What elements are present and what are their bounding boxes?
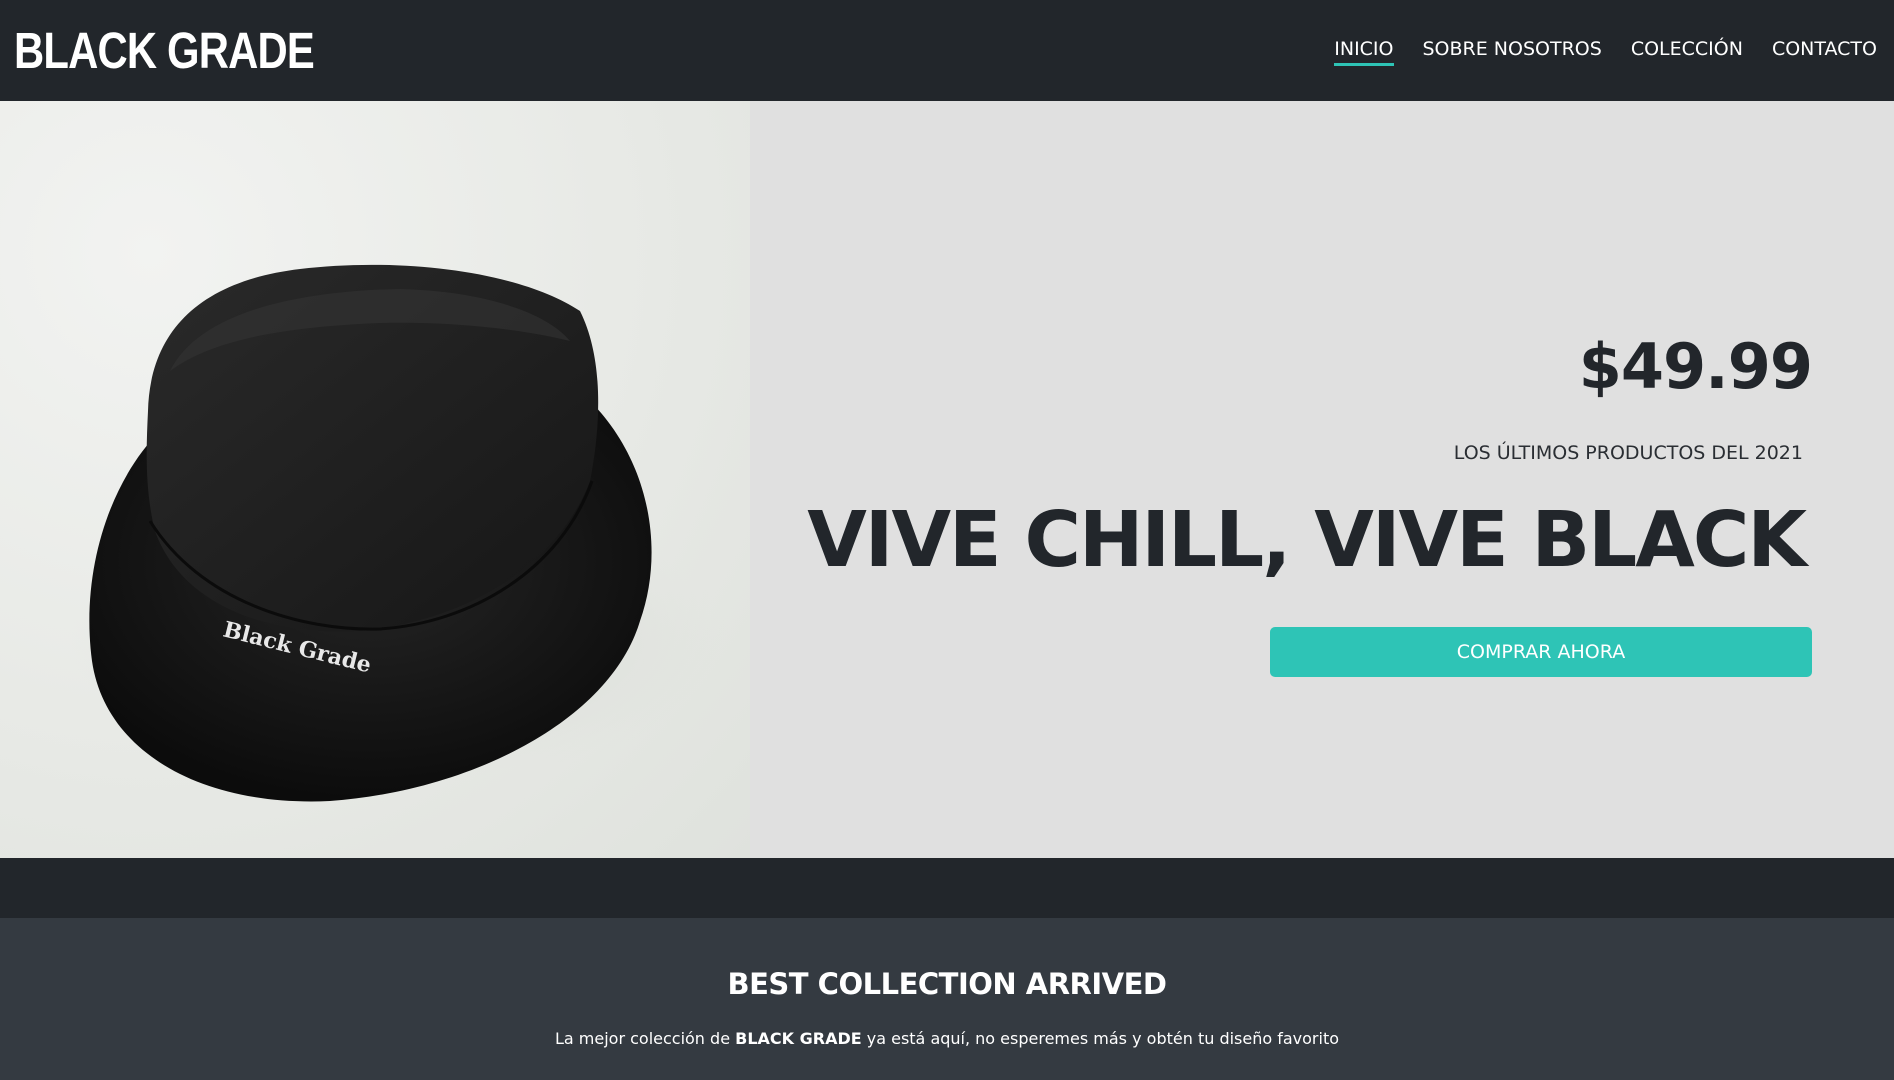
nav-item-inicio[interactable]: INICIO	[1334, 36, 1394, 66]
logo[interactable]: BLACK GRADE	[14, 22, 315, 80]
buy-now-button[interactable]: COMPRAR AHORA	[1270, 627, 1812, 677]
collection-text-brand: BLACK GRADE	[735, 1029, 862, 1048]
hero-headline: VIVE CHILL, VIVE BLACK	[807, 496, 1807, 585]
site-header: BLACK GRADE INICIO SOBRE NOSOTROS COLECC…	[0, 0, 1894, 101]
page: BLACK GRADE INICIO SOBRE NOSOTROS COLECC…	[0, 0, 1894, 1080]
section-divider	[0, 858, 1894, 918]
hero-subtitle: LOS ÚLTIMOS PRODUCTOS DEL 2021	[1453, 442, 1803, 464]
main-nav: INICIO SOBRE NOSOTROS COLECCIÓN CONTACTO	[1305, 36, 1877, 66]
hero-image: Black Grade	[0, 101, 750, 858]
nav-item-contacto[interactable]: CONTACTO	[1772, 36, 1877, 66]
collection-text: La mejor colección de BLACK GRADE ya est…	[0, 1028, 1894, 1050]
nav-item-coleccion[interactable]: COLECCIÓN	[1631, 36, 1743, 66]
collection-text-before: La mejor colección de	[554, 1029, 736, 1048]
bucket-hat-icon: Black Grade	[70, 264, 730, 802]
hero-content: $49.99 LOS ÚLTIMOS PRODUCTOS DEL 2021 VI…	[750, 101, 1894, 858]
nav-item-sobre-nosotros[interactable]: SOBRE NOSOTROS	[1423, 36, 1602, 66]
collection-text-after: ya está aquí, no esperemes más y obtén t…	[861, 1029, 1340, 1048]
collection-title: BEST COLLECTION ARRIVED	[727, 967, 1167, 1001]
price: $49.99	[1578, 330, 1813, 403]
collection-section: BEST COLLECTION ARRIVED La mejor colecci…	[0, 918, 1894, 1080]
hero-section: Black Grade $49.99 LOS ÚLTIMOS PRODUCTOS…	[0, 101, 1894, 858]
